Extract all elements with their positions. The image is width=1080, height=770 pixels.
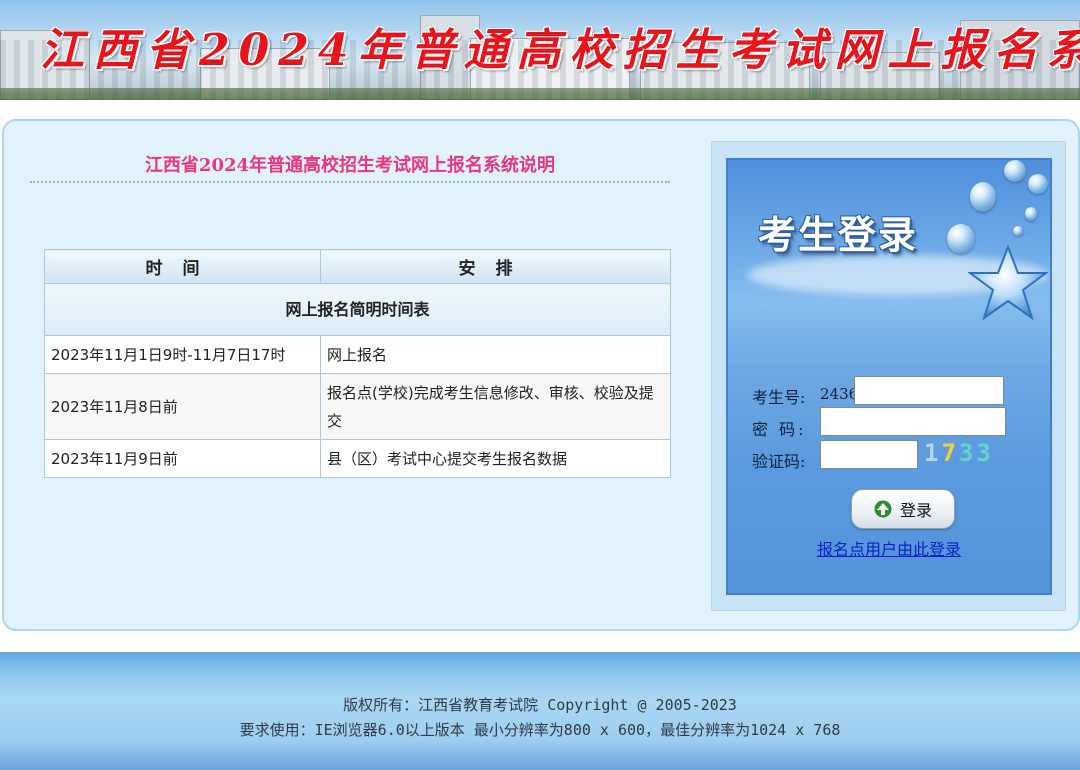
- schedule-table: 网上报名简明时间表 时间 安排 2023年11月1日9时-11月7日17时 网上…: [44, 249, 671, 478]
- banner-title: 江西省2024年普通高校招生考试网上报名系统: [40, 25, 1080, 76]
- login-frame: 考生登录 考生号: 2436 密 码: 验证码: 1733 登录 报名点用户由此…: [711, 141, 1066, 611]
- header-banner: 江西省2024年普通高校招生考试网上报名系统: [0, 0, 1080, 100]
- login-button[interactable]: 登录: [851, 489, 955, 529]
- banner-trees: [0, 88, 1080, 100]
- cell-arrangement: 县（区）考试中心提交考生报名数据: [320, 439, 671, 478]
- info-title: 江西省2024年普通高校招生考试网上报名系统说明: [144, 155, 556, 176]
- exam-id-label: 考生号:: [752, 388, 806, 407]
- main-panel: 江西省2024年普通高校招生考试网上报名系统说明 网上报名简明时间表 时间 安排…: [2, 119, 1080, 631]
- captcha-digit: 1: [924, 439, 942, 467]
- bubble-icon: [1028, 174, 1048, 194]
- cell-arrangement: 网上报名: [320, 335, 671, 374]
- footer-copyright: 版权所有：江西省教育考试院 Copyright @ 2005-2023: [343, 696, 737, 714]
- captcha-image[interactable]: 1733: [924, 438, 1010, 468]
- cell-time: 2023年11月1日9时-11月7日17时: [44, 335, 321, 374]
- schedule-caption: 网上报名简明时间表: [44, 283, 671, 336]
- footer: 版权所有：江西省教育考试院 Copyright @ 2005-2023 要求使用…: [0, 652, 1080, 770]
- captcha-input[interactable]: [820, 440, 918, 469]
- cell-arrangement: 报名点(学校)完成考生信息修改、审核、校验及提交: [320, 373, 671, 440]
- table-row: 2023年11月9日前 县（区）考试中心提交考生报名数据: [44, 439, 671, 478]
- site-login-link[interactable]: 报名点用户由此登录: [728, 536, 1050, 560]
- info-divider: [30, 181, 670, 183]
- exam-id-input[interactable]: [854, 376, 1004, 405]
- captcha-digit: 7: [941, 439, 959, 467]
- table-row: 2023年11月1日9时-11月7日17时 网上报名: [44, 335, 671, 374]
- schedule-caption-row: 网上报名简明时间表: [44, 283, 671, 336]
- schedule-header-row: 时间 安排: [44, 249, 671, 284]
- captcha-digit: 3: [976, 439, 994, 467]
- cell-time: 2023年11月8日前: [44, 373, 321, 440]
- bubble-icon: [1025, 207, 1037, 221]
- captcha-label: 验证码:: [752, 452, 806, 471]
- bubble-icon: [1004, 160, 1026, 182]
- footer-requirements: 要求使用：IE浏览器6.0以上版本 最小分辨率为800 x 600，最佳分辨率为…: [239, 721, 841, 739]
- exam-id-prefix: 2436: [820, 385, 859, 403]
- bubble-icon: [1013, 226, 1023, 236]
- captcha-digit: 3: [958, 439, 977, 467]
- bubble-icon: [970, 182, 996, 212]
- table-row: 2023年11月8日前 报名点(学校)完成考生信息修改、审核、校验及提交: [44, 373, 671, 440]
- login-heading: 考生登录: [758, 212, 919, 257]
- column-header-time: 时间: [44, 249, 321, 284]
- login-button-label: 登录: [899, 501, 932, 520]
- password-input[interactable]: [820, 407, 1006, 436]
- login-box: 考生登录 考生号: 2436 密 码: 验证码: 1733 登录 报名点用户由此…: [726, 158, 1052, 595]
- star-icon: [968, 245, 1048, 321]
- column-header-arrangement: 安排: [320, 249, 671, 284]
- password-label: 密 码:: [752, 420, 807, 439]
- up-arrow-icon: [874, 500, 892, 518]
- cell-time: 2023年11月9日前: [44, 439, 321, 478]
